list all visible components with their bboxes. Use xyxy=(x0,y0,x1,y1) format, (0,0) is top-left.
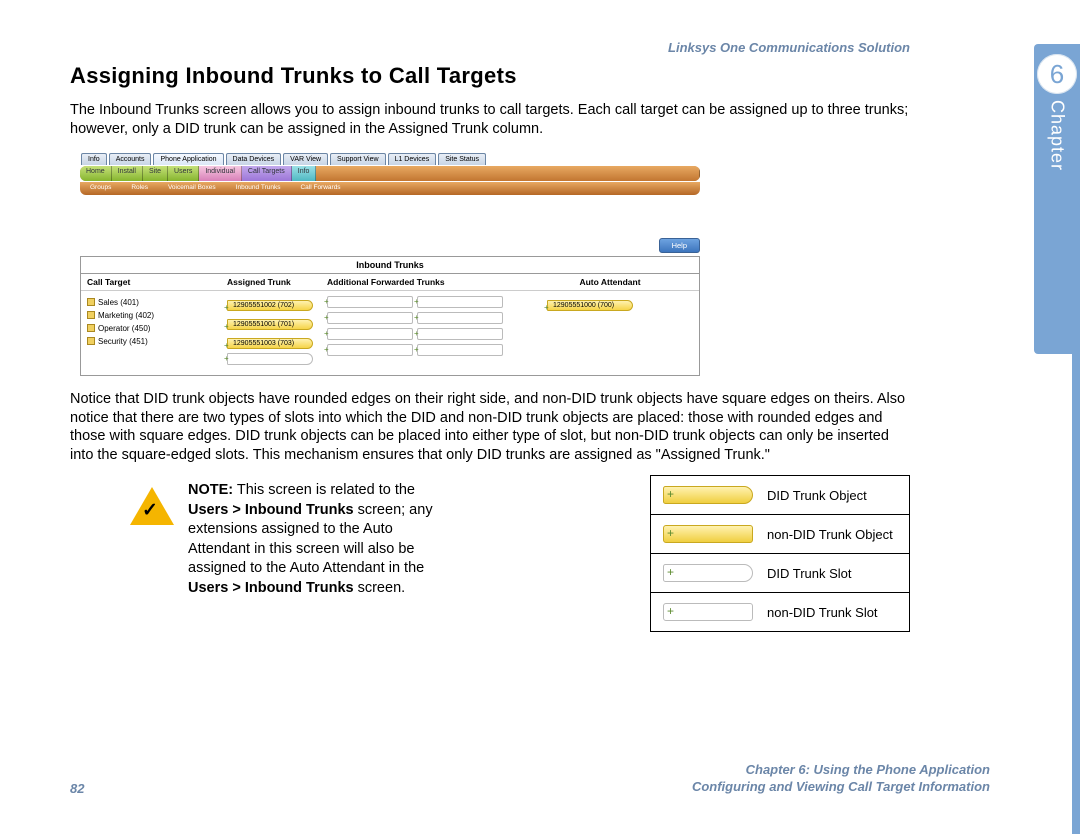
call-target-row: Marketing (402) xyxy=(87,311,227,320)
assigned-trunk-chip[interactable]: 12905551001 (701) xyxy=(227,319,313,330)
product-header: Linksys One Communications Solution xyxy=(70,40,910,55)
sub-nav-bar: Groups Roles Voicemail Boxes Inbound Tru… xyxy=(80,182,700,195)
chapter-number-badge: 6 xyxy=(1037,54,1077,94)
subnav-voicemail[interactable]: Voicemail Boxes xyxy=(158,182,226,195)
tab-var-view[interactable]: VAR View xyxy=(283,153,328,165)
tab-data-devices[interactable]: Data Devices xyxy=(226,153,282,165)
page-title: Assigning Inbound Trunks to Call Targets xyxy=(70,63,910,89)
side-stripe xyxy=(1072,354,1080,834)
tab-accounts[interactable]: Accounts xyxy=(109,153,152,165)
nav-call-targets[interactable]: Call Targets xyxy=(242,166,292,181)
nav-spacer xyxy=(316,166,700,181)
nav-home[interactable]: Home xyxy=(80,166,112,181)
subnav-roles[interactable]: Roles xyxy=(121,182,158,195)
nav-info[interactable]: Info xyxy=(292,166,317,181)
tab-phone-application[interactable]: Phone Application xyxy=(153,153,223,165)
additional-trunk-slot[interactable] xyxy=(327,344,413,356)
warning-triangle-icon xyxy=(130,487,174,525)
target-icon xyxy=(87,324,95,332)
additional-trunk-slot[interactable] xyxy=(417,328,503,340)
nav-install[interactable]: Install xyxy=(112,166,143,181)
nav-site[interactable]: Site xyxy=(143,166,168,181)
chapter-label-vertical: Chapter xyxy=(1047,100,1068,171)
nav-bar: Home Install Site Users Individual Call … xyxy=(80,166,700,181)
call-target-row: Sales (401) xyxy=(87,298,227,307)
additional-trunk-slot[interactable] xyxy=(327,296,413,308)
non-did-trunk-slot-icon xyxy=(663,603,753,621)
target-icon xyxy=(87,311,95,319)
auto-attendant-chip[interactable]: 12905551000 (700) xyxy=(547,300,633,311)
app-screenshot: Info Accounts Phone Application Data Dev… xyxy=(80,153,700,376)
trunk-legend: DID Trunk Object non-DID Trunk Object DI… xyxy=(650,475,910,632)
additional-trunk-slot[interactable] xyxy=(417,344,503,356)
nav-users[interactable]: Users xyxy=(168,166,199,181)
page-number: 82 xyxy=(70,781,84,796)
tab-site-status[interactable]: Site Status xyxy=(438,153,486,165)
call-target-row: Operator (450) xyxy=(87,324,227,333)
assigned-trunk-chip[interactable]: 12905551003 (703) xyxy=(227,338,313,349)
target-icon xyxy=(87,337,95,345)
tab-support-view[interactable]: Support View xyxy=(330,153,386,165)
assigned-trunk-chip[interactable]: 12905551002 (702) xyxy=(227,300,313,311)
help-button[interactable]: Help xyxy=(659,238,700,253)
subnav-inbound-trunks[interactable]: Inbound Trunks xyxy=(226,182,291,195)
explanation-paragraph: Notice that DID trunk objects have round… xyxy=(70,390,910,465)
intro-paragraph: The Inbound Trunks screen allows you to … xyxy=(70,101,910,139)
panel-title: Inbound Trunks xyxy=(81,257,699,274)
target-icon xyxy=(87,298,95,306)
tab-l1-devices[interactable]: L1 Devices xyxy=(388,153,437,165)
assigned-trunk-slot[interactable] xyxy=(227,353,313,365)
col-call-target: Call Target xyxy=(87,277,227,287)
footer-chapter-info: Chapter 6: Using the Phone Application C… xyxy=(692,761,990,796)
note-block: NOTE: This screen is related to the User… xyxy=(130,481,438,598)
chapter-side-tab: 6 Chapter xyxy=(1034,44,1080,354)
col-assigned-trunk: Assigned Trunk xyxy=(227,277,327,287)
col-auto-attendant: Auto Attendant xyxy=(527,277,693,287)
subnav-groups[interactable]: Groups xyxy=(80,182,121,195)
col-additional-trunks: Additional Forwarded Trunks xyxy=(327,277,527,287)
call-target-row: Security (451) xyxy=(87,337,227,346)
tab-info[interactable]: Info xyxy=(81,153,107,165)
additional-trunk-slot[interactable] xyxy=(417,312,503,324)
top-tabs: Info Accounts Phone Application Data Dev… xyxy=(80,153,700,165)
additional-trunk-slot[interactable] xyxy=(327,312,413,324)
did-trunk-object-icon xyxy=(663,486,753,504)
inbound-trunks-panel: Inbound Trunks Call Target Assigned Trun… xyxy=(80,256,700,376)
non-did-trunk-object-icon xyxy=(663,525,753,543)
did-trunk-slot-icon xyxy=(663,564,753,582)
nav-individual[interactable]: Individual xyxy=(199,166,242,181)
additional-trunk-slot[interactable] xyxy=(417,296,503,308)
note-text: NOTE: This screen is related to the User… xyxy=(188,481,438,598)
additional-trunk-slot[interactable] xyxy=(327,328,413,340)
subnav-call-forwards[interactable]: Call Forwards xyxy=(290,182,350,195)
